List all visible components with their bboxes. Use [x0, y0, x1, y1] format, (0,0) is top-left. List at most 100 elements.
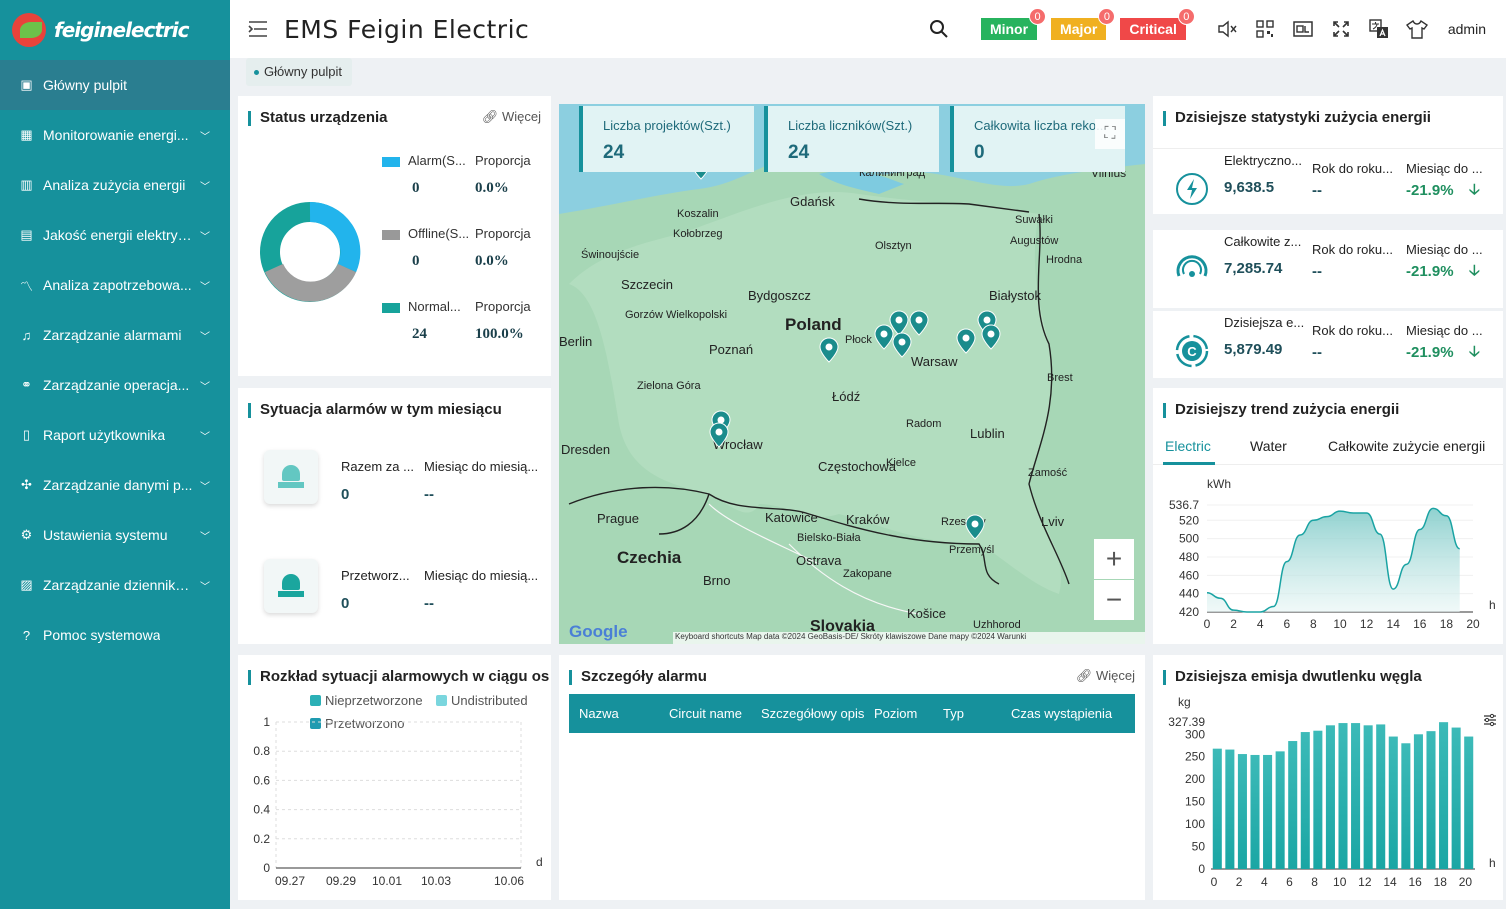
- x-tick-label: 2: [1236, 875, 1243, 889]
- co2-bar[interactable]: [1237, 754, 1247, 869]
- map-place-label: Koszalin: [677, 208, 719, 220]
- siren-icon: [278, 465, 304, 489]
- sidebar-item-12[interactable]: ? Pomoc systemowa: [0, 610, 230, 660]
- co2-bar[interactable]: [1464, 736, 1474, 869]
- co2-bar[interactable]: [1388, 736, 1398, 869]
- co2-bar[interactable]: [1439, 722, 1449, 869]
- translate-icon[interactable]: [1368, 18, 1390, 40]
- yoy-label: Rok do roku...: [1312, 242, 1393, 257]
- co2-bar[interactable]: [1426, 731, 1436, 869]
- search-icon[interactable]: [929, 19, 949, 39]
- user-menu[interactable]: admin: [1448, 21, 1486, 37]
- zoom-out-button[interactable]: −: [1094, 580, 1134, 620]
- sidebar-item-10[interactable]: ⚙ Ustawienia systemu ﹀: [0, 510, 230, 560]
- column-header[interactable]: Szczegółowy opis: [761, 706, 864, 721]
- mom-value: -21.9%: [1406, 344, 1454, 361]
- sidebar-item-1[interactable]: ▣ Główny pulpit: [0, 60, 230, 110]
- sidebar-item-5[interactable]: 〽 Analiza zapotrzebowa... ﹀: [0, 260, 230, 310]
- more-link[interactable]: 🔗︎ Więcej: [1076, 668, 1135, 684]
- co2-bar[interactable]: [1225, 749, 1235, 869]
- map-marker-icon[interactable]: [874, 324, 894, 350]
- co2-bar[interactable]: [1376, 724, 1386, 869]
- alarm-badge-minor[interactable]: Minor 0: [980, 8, 1047, 40]
- co2-bar[interactable]: [1275, 751, 1285, 869]
- menu-toggle-icon[interactable]: [248, 20, 268, 38]
- qr-code-icon[interactable]: [1254, 18, 1276, 40]
- map-view[interactable]: Gdańsk Koszalin Kołobrzeg Szczecin Świnoujśc…: [559, 104, 1145, 644]
- map-marker-icon[interactable]: [819, 337, 839, 363]
- map-marker-icon[interactable]: [909, 310, 929, 336]
- mom-label: Miesiąc do ...: [1406, 323, 1483, 338]
- map-place-label: Czechia: [617, 548, 682, 567]
- trend-tab[interactable]: Electric: [1165, 438, 1211, 454]
- legend-item[interactable]: Undistributed: [436, 693, 528, 708]
- legend-item[interactable]: Nieprzetworzone: [310, 693, 423, 708]
- alarm-badge-major[interactable]: Major 0: [1051, 8, 1116, 40]
- sidebar-item-2[interactable]: ▦ Monitorowanie energi... ﹀: [0, 110, 230, 160]
- co2-bar[interactable]: [1325, 725, 1335, 869]
- sidebar-item-label: Zarządzanie dziennika...: [43, 577, 193, 593]
- co2-emission-chart[interactable]: kg327.393002502001501005000 2 4 6 8 10 12 14 16 1…: [1153, 691, 1503, 900]
- column-header[interactable]: Nazwa: [579, 706, 619, 721]
- trend-tab[interactable]: Całkowite zużycie energii: [1328, 438, 1485, 454]
- sidebar-item-4[interactable]: ▤ Jakość energii elektryc... ﹀: [0, 210, 230, 260]
- badge-count: 0: [1029, 8, 1047, 25]
- zoom-in-button[interactable]: +: [1094, 539, 1134, 579]
- co2-bar[interactable]: [1413, 734, 1423, 869]
- map-place-label: Berlin: [559, 334, 593, 349]
- energy-trend-chart[interactable]: kWh 536.7520 500 480 460 440 420 0 2 4 6 8 10 12 14 16 1…: [1153, 468, 1503, 644]
- down-arrow-icon: 🡣: [1469, 181, 1480, 198]
- sidebar-item-label: Raport użytkownika: [43, 427, 166, 443]
- status-count: 24: [412, 326, 427, 342]
- status-count: 0: [412, 253, 420, 269]
- co2-bar[interactable]: [1300, 732, 1310, 869]
- alarm-badge-critical[interactable]: Critical 0: [1120, 8, 1195, 40]
- map-marker-icon[interactable]: [709, 422, 729, 448]
- sidebar-item-8[interactable]: ▯ Raport użytkownika ﹀: [0, 410, 230, 460]
- fullscreen-icon[interactable]: [1330, 18, 1352, 40]
- co2-bar[interactable]: [1401, 743, 1411, 869]
- co2-bar[interactable]: [1250, 754, 1260, 869]
- theme-shirt-icon[interactable]: [1405, 18, 1428, 40]
- x-tick-label: 10: [1333, 875, 1347, 889]
- co2-bar[interactable]: [1451, 727, 1461, 869]
- co2-bar[interactable]: [1212, 748, 1222, 869]
- map-fullscreen-button[interactable]: ⛶: [1095, 119, 1125, 149]
- badge-count: 0: [1098, 8, 1116, 25]
- x-tick-label: 6: [1286, 875, 1293, 889]
- chevron-down-icon: ﹀: [200, 282, 210, 293]
- down-arrow-icon: 🡣: [1469, 343, 1480, 360]
- co2-bar[interactable]: [1288, 741, 1298, 869]
- sidebar-item-9[interactable]: ✣ Zarządzanie danymi p... ﹀: [0, 460, 230, 510]
- map-marker-icon[interactable]: [956, 328, 976, 354]
- mute-icon[interactable]: [1216, 18, 1238, 40]
- map-marker-icon[interactable]: [892, 332, 912, 358]
- column-header[interactable]: Typ: [943, 706, 964, 721]
- screen-icon[interactable]: [1292, 18, 1314, 40]
- sidebar-item-7[interactable]: ⚭ Zarządzanie operacja... ﹀: [0, 360, 230, 410]
- trend-tab[interactable]: Water: [1250, 438, 1287, 454]
- co2-bar[interactable]: [1338, 723, 1348, 869]
- chevron-down-icon: ﹀: [200, 432, 210, 443]
- tab-main-dashboard[interactable]: Główny pulpit: [246, 58, 353, 86]
- status-name: Alarm(S...: [408, 153, 466, 168]
- alarm-badges: Minor 0 Major 0 Critical 0: [980, 8, 1200, 40]
- co2-bar[interactable]: [1363, 725, 1373, 869]
- co2-bar[interactable]: [1351, 723, 1361, 869]
- co2-bar[interactable]: [1263, 754, 1273, 869]
- co2-bar[interactable]: [1313, 730, 1323, 869]
- sidebar-item-11[interactable]: ▨ Zarządzanie dziennika... ﹀: [0, 560, 230, 610]
- chevron-down-icon: ﹀: [200, 582, 210, 593]
- alarm-distribution-chart[interactable]: 1 0.8 0.6 0.4 0.2 0 09.27 09.29 10.01 10.03 10.06 d: [238, 710, 551, 900]
- map-marker-icon[interactable]: [965, 514, 985, 540]
- column-header[interactable]: Czas wystąpienia: [1011, 706, 1112, 721]
- map-marker-icon[interactable]: [981, 324, 1001, 350]
- column-header[interactable]: Circuit name: [669, 706, 742, 721]
- column-header[interactable]: Poziom: [874, 706, 917, 721]
- map-place-label: Bydgoszcz: [748, 288, 811, 303]
- more-link[interactable]: 🔗︎ Więcej: [482, 109, 541, 125]
- y-tick-label: 0.6: [253, 773, 270, 787]
- map-attribution[interactable]: Keyboard shortcuts Map data ©2024 GeoBas…: [673, 632, 1145, 644]
- sidebar-item-6[interactable]: ♫ Zarządzanie alarmami ﹀: [0, 310, 230, 360]
- sidebar-item-3[interactable]: ▥ Analiza zużycia energii ﹀: [0, 160, 230, 210]
